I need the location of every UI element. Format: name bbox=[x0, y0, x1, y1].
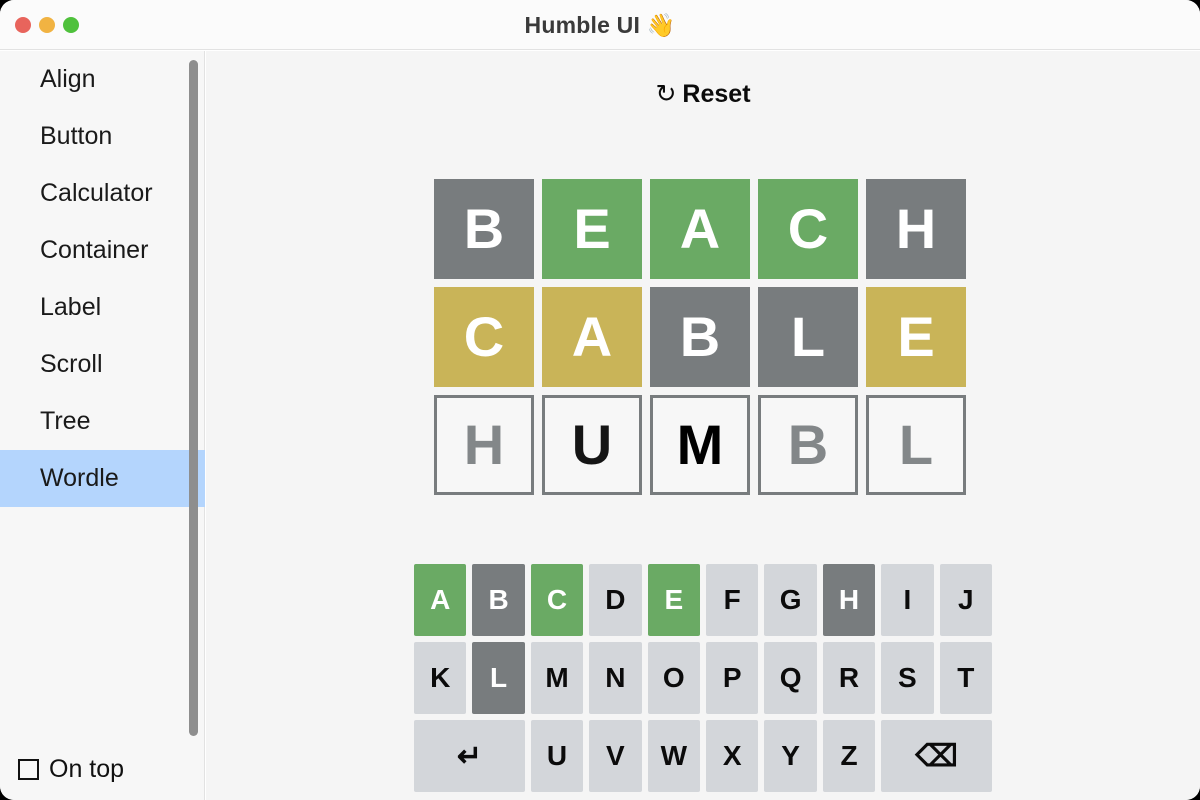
board-tile: E bbox=[866, 287, 966, 387]
board-tile: A bbox=[650, 179, 750, 279]
key-v[interactable]: V bbox=[589, 720, 642, 792]
checkbox-unchecked-icon[interactable] bbox=[18, 758, 39, 780]
key-z[interactable]: Z bbox=[822, 720, 876, 792]
board-tile: C bbox=[758, 179, 858, 279]
key-l[interactable]: L bbox=[472, 642, 525, 714]
board-tile: L bbox=[758, 287, 858, 387]
key-u[interactable]: U bbox=[530, 720, 584, 792]
sidebar-item-container[interactable]: Container bbox=[0, 222, 205, 279]
board-tile: A bbox=[542, 287, 642, 387]
key-d[interactable]: D bbox=[589, 564, 642, 636]
key-k[interactable]: K bbox=[414, 642, 467, 714]
sidebar-list[interactable]: Align Button Calculator Container Label Scrol… bbox=[0, 51, 205, 741]
key-t[interactable]: T bbox=[939, 642, 992, 714]
board-tile: H bbox=[866, 179, 966, 279]
sidebar-item-align[interactable]: Align bbox=[0, 51, 205, 108]
main-panel: ↻ Reset BEACHCABLEHUMBL ABCDEFGHIJKLMNOPQ… bbox=[206, 51, 1200, 800]
key-q[interactable]: Q bbox=[764, 642, 817, 714]
on-top-label: On top bbox=[49, 754, 125, 783]
key-m[interactable]: M bbox=[530, 642, 584, 714]
reset-button[interactable]: ↻ Reset bbox=[206, 79, 1200, 109]
sidebar-item-calculator[interactable]: Calculator bbox=[0, 165, 205, 222]
key-y[interactable]: Y bbox=[764, 720, 817, 792]
key-x[interactable]: X bbox=[706, 720, 759, 792]
key-n[interactable]: N bbox=[589, 642, 642, 714]
on-top-checkbox-row[interactable]: On top bbox=[0, 738, 205, 800]
sidebar-item-button[interactable]: Button bbox=[0, 108, 205, 165]
board-tile: B bbox=[758, 395, 858, 495]
key-c[interactable]: C bbox=[530, 564, 584, 636]
sidebar-item-scroll[interactable]: Scroll bbox=[0, 336, 205, 393]
key-s[interactable]: S bbox=[881, 642, 934, 714]
wordle-board: BEACHCABLEHUMBL bbox=[434, 179, 966, 495]
key-a[interactable]: A bbox=[414, 564, 467, 636]
sidebar: Align Button Calculator Container Label Scrol… bbox=[0, 51, 205, 800]
backspace-icon[interactable]: ⌫ bbox=[881, 720, 992, 792]
virtual-keyboard: A B C D E F G H I J K L M N O P Q R S T ↵ U V W X Y Z ⌫ bbox=[414, 564, 992, 792]
key-f[interactable]: F bbox=[706, 564, 759, 636]
window-title: Humble UI 👋 bbox=[524, 12, 676, 38]
reset-button-label: Reset bbox=[682, 80, 751, 108]
sidebar-item-tree[interactable]: Tree bbox=[0, 393, 205, 450]
key-r[interactable]: R bbox=[822, 642, 876, 714]
key-j[interactable]: J bbox=[939, 564, 992, 636]
board-tile: H bbox=[434, 395, 534, 495]
sidebar-item-label[interactable]: Label bbox=[0, 279, 205, 336]
refresh-icon: ↻ bbox=[655, 80, 677, 108]
key-p[interactable]: P bbox=[706, 642, 759, 714]
board-tile: U bbox=[542, 395, 642, 495]
key-w[interactable]: W bbox=[647, 720, 700, 792]
key-o[interactable]: O bbox=[647, 642, 700, 714]
board-tile: M bbox=[650, 395, 750, 495]
app-window: Humble UI 👋 Align Button Calculator Contain… bbox=[0, 0, 1200, 800]
sidebar-item-wordle[interactable]: Wordle bbox=[0, 450, 205, 507]
board-tile: E bbox=[542, 179, 642, 279]
key-e[interactable]: E bbox=[647, 564, 700, 636]
board-tile: B bbox=[650, 287, 750, 387]
board-tile: L bbox=[866, 395, 966, 495]
sidebar-scrollbar[interactable] bbox=[189, 60, 198, 736]
key-i[interactable]: I bbox=[881, 564, 934, 636]
key-h[interactable]: H bbox=[822, 564, 876, 636]
board-tile: C bbox=[434, 287, 534, 387]
key-b[interactable]: B bbox=[472, 564, 525, 636]
enter-icon[interactable]: ↵ bbox=[414, 720, 525, 792]
board-tile: B bbox=[434, 179, 534, 279]
key-g[interactable]: G bbox=[764, 564, 817, 636]
title-bar: Humble UI 👋 bbox=[0, 0, 1200, 50]
